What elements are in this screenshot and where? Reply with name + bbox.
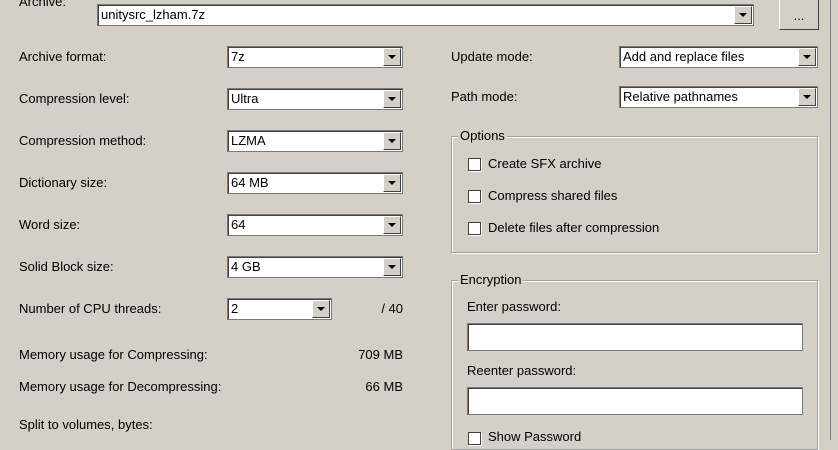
- reenter-password-label: Reenter password:: [467, 363, 577, 378]
- create-sfx-label[interactable]: Create SFX archive: [488, 156, 601, 172]
- compress-shared-checkbox[interactable]: [468, 190, 481, 203]
- archive-format-label: Archive format:: [19, 49, 107, 64]
- chevron-down-icon[interactable]: [798, 88, 816, 106]
- chevron-down-icon[interactable]: [383, 258, 401, 276]
- compress-shared-label[interactable]: Compress shared files: [488, 188, 617, 204]
- chevron-down-icon[interactable]: [383, 132, 401, 150]
- chevron-down-icon[interactable]: [383, 174, 401, 192]
- delete-after-checkbox[interactable]: [468, 222, 481, 235]
- options-group-title: Options: [458, 128, 507, 144]
- word-size-label: Word size:: [19, 217, 81, 232]
- encryption-group-title: Encryption: [458, 272, 524, 288]
- chevron-down-icon[interactable]: [383, 90, 401, 108]
- archive-path-combobox[interactable]: unitysrc_lzham.7z: [97, 4, 754, 26]
- compression-method-select[interactable]: LZMA: [227, 130, 403, 152]
- archive-label: Archive:: [19, 0, 66, 9]
- dictionary-size-select[interactable]: 64 MB: [227, 172, 403, 194]
- memory-compress-label: Memory usage for Compressing:: [19, 347, 208, 362]
- cpu-threads-select[interactable]: 2: [227, 298, 332, 320]
- chevron-down-icon[interactable]: [383, 216, 401, 234]
- solid-block-size-value: 4 GB: [231, 259, 261, 274]
- path-mode-select[interactable]: Relative pathnames: [619, 86, 818, 108]
- dictionary-size-value: 64 MB: [231, 175, 269, 190]
- update-mode-value: Add and replace files: [623, 49, 745, 64]
- compression-method-value: LZMA: [231, 133, 266, 148]
- enter-password-input[interactable]: [467, 323, 803, 351]
- compression-level-value: Ultra: [231, 91, 259, 106]
- word-size-value: 64: [231, 217, 246, 232]
- archive-format-select[interactable]: 7z: [227, 46, 403, 68]
- split-volumes-label: Split to volumes, bytes:: [19, 417, 153, 432]
- create-sfx-checkbox[interactable]: [468, 158, 481, 171]
- show-password-checkbox[interactable]: [468, 432, 481, 445]
- archive-path-value: unitysrc_lzham.7z: [101, 7, 206, 22]
- update-mode-select[interactable]: Add and replace files: [619, 46, 818, 68]
- dictionary-size-label: Dictionary size:: [19, 175, 108, 190]
- delete-after-label[interactable]: Delete files after compression: [488, 220, 659, 236]
- cpu-threads-label: Number of CPU threads:: [19, 301, 162, 316]
- path-mode-label: Path mode:: [451, 89, 518, 104]
- compression-level-label: Compression level:: [19, 91, 130, 106]
- chevron-down-icon[interactable]: [312, 300, 330, 318]
- memory-decompress-value: 66 MB: [365, 379, 403, 394]
- solid-block-size-select[interactable]: 4 GB: [227, 256, 403, 278]
- cpu-threads-value: 2: [231, 301, 239, 316]
- cpu-threads-max: / 40: [381, 301, 403, 316]
- enter-password-label: Enter password:: [467, 299, 561, 314]
- reenter-password-input[interactable]: [467, 387, 803, 415]
- memory-decompress-label: Memory usage for Decompressing:: [19, 379, 222, 394]
- path-mode-value: Relative pathnames: [623, 89, 738, 104]
- archive-format-value: 7z: [231, 49, 245, 64]
- solid-block-size-label: Solid Block size:: [19, 259, 114, 274]
- window-edge: [830, 0, 838, 440]
- chevron-down-icon[interactable]: [798, 48, 816, 66]
- memory-compress-value: 709 MB: [358, 347, 403, 362]
- chevron-down-icon[interactable]: [383, 48, 401, 66]
- update-mode-label: Update mode:: [451, 49, 533, 64]
- browse-button[interactable]: ...: [779, 0, 819, 30]
- word-size-select[interactable]: 64: [227, 214, 403, 236]
- chevron-down-icon[interactable]: [734, 6, 752, 24]
- compression-level-select[interactable]: Ultra: [227, 88, 403, 110]
- compression-method-label: Compression method:: [19, 133, 147, 148]
- show-password-label[interactable]: Show Password: [488, 429, 581, 445]
